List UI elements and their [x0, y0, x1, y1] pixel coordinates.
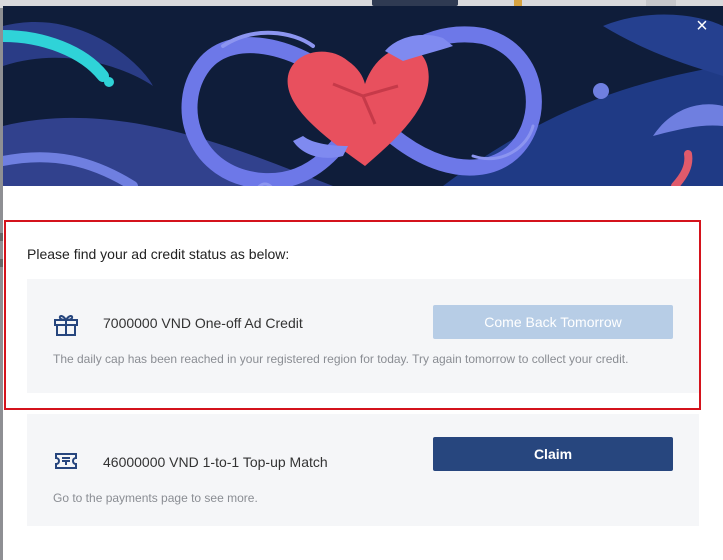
hero-illustration — [3, 14, 723, 186]
offer-description: Go to the payments page to see more. — [53, 491, 258, 505]
offer-card-top-up-match: 46000000 VND 1-to-1 Top-up Match Claim G… — [27, 414, 699, 526]
hero-banner: × — [3, 6, 723, 186]
come-back-tomorrow-button[interactable]: Come Back Tomorrow — [433, 305, 673, 339]
offer-card-one-off-credit: 7000000 VND One-off Ad Credit Come Back … — [27, 279, 699, 393]
claim-button[interactable]: Claim — [433, 437, 673, 471]
offer-description: The daily cap has been reached in your r… — [53, 352, 629, 366]
close-icon: × — [696, 15, 708, 37]
offer-title: 7000000 VND One-off Ad Credit — [103, 315, 303, 331]
ad-credit-modal: × Please find your ad credit status as b… — [3, 6, 723, 560]
close-button[interactable]: × — [691, 15, 713, 37]
intro-text: Please find your ad credit status as bel… — [27, 246, 290, 262]
gift-icon — [54, 314, 78, 336]
offer-title: 46000000 VND 1-to-1 Top-up Match — [103, 454, 328, 470]
ticket-icon — [55, 453, 77, 469]
